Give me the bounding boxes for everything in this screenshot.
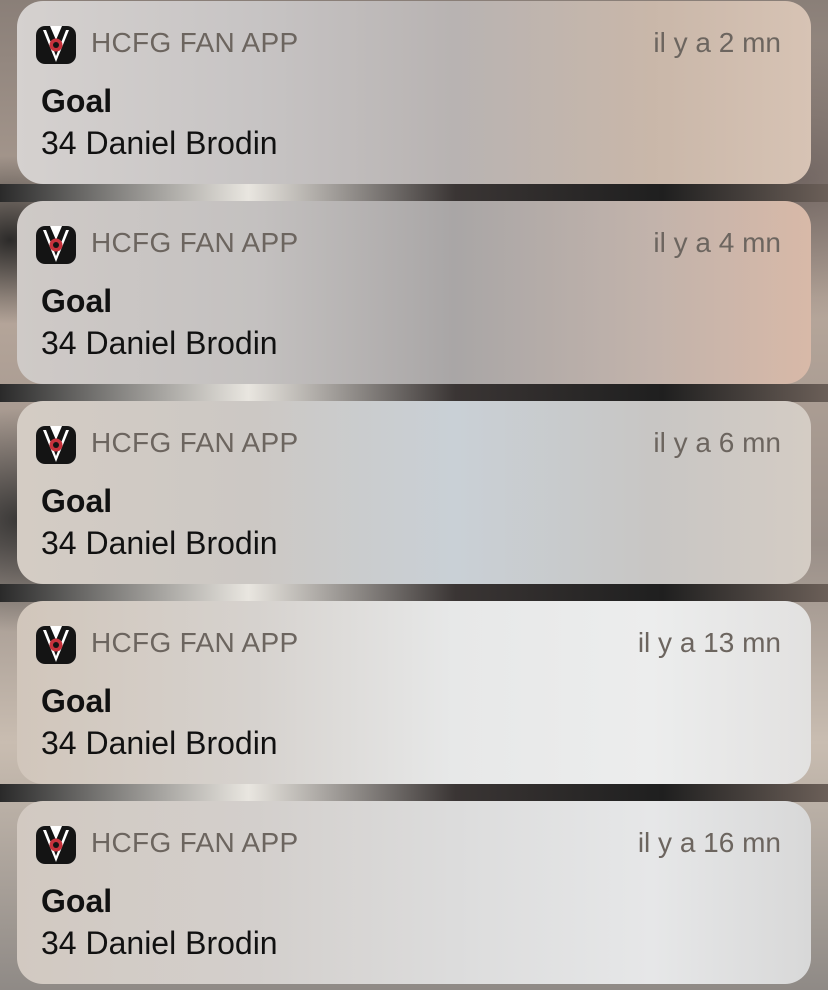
hcfg-logo-icon <box>36 426 76 464</box>
notification-time: il y a 2 mn <box>653 27 781 58</box>
notification-time: il y a 13 mn <box>637 627 781 658</box>
notification-body: 34 Daniel Brodin <box>41 525 278 561</box>
hcfg-logo-icon <box>36 626 76 664</box>
notification-body: 34 Daniel Brodin <box>41 325 278 361</box>
hcfg-logo-icon <box>36 26 76 64</box>
notification-time: il y a 4 mn <box>653 227 781 258</box>
notification-title: Goal <box>41 883 113 919</box>
app-name: HCFG FAN APP <box>91 27 299 58</box>
notification-card[interactable]: HCFG FAN APP il y a 2 mn Goal 34 Daniel … <box>17 1 811 184</box>
hcfg-logo-icon <box>36 226 76 264</box>
notification-title: Goal <box>41 483 113 519</box>
notification-title: Goal <box>41 83 113 119</box>
notification-card[interactable]: HCFG FAN APP il y a 4 mn Goal 34 Daniel … <box>17 201 811 384</box>
wallpaper-stripe <box>0 384 828 402</box>
wallpaper-stripe <box>0 184 828 202</box>
app-name: HCFG FAN APP <box>91 427 299 458</box>
app-name: HCFG FAN APP <box>91 227 299 258</box>
notification-title: Goal <box>41 283 113 319</box>
notification-card[interactable]: HCFG FAN APP il y a 13 mn Goal 34 Daniel… <box>17 601 811 784</box>
notification-card[interactable]: HCFG FAN APP il y a 16 mn Goal 34 Daniel… <box>17 801 811 984</box>
notification-card[interactable]: HCFG FAN APP il y a 6 mn Goal 34 Daniel … <box>17 401 811 584</box>
notification-body: 34 Daniel Brodin <box>41 725 278 761</box>
wallpaper-stripe <box>0 584 828 602</box>
notification-time: il y a 16 mn <box>637 827 781 858</box>
notification-title: Goal <box>41 683 113 719</box>
app-name: HCFG FAN APP <box>91 627 299 658</box>
notification-body: 34 Daniel Brodin <box>41 925 278 961</box>
wallpaper-stripe <box>0 784 828 802</box>
notification-body: 34 Daniel Brodin <box>41 125 278 161</box>
hcfg-logo-icon <box>36 826 76 864</box>
app-name: HCFG FAN APP <box>91 827 299 858</box>
notification-time: il y a 6 mn <box>653 427 781 458</box>
